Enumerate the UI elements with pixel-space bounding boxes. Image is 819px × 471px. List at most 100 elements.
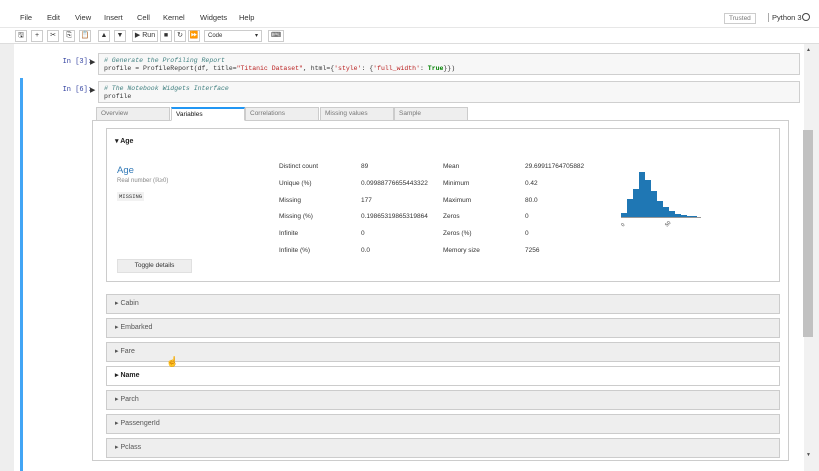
variable-row-pclass[interactable]: ▸ Pclass	[106, 438, 780, 458]
variable-row-fare[interactable]: ▸ Fare	[106, 342, 780, 362]
hist-bar	[621, 213, 627, 217]
trusted-indicator[interactable]: Trusted	[724, 13, 756, 24]
restart-run-all-icon[interactable]: ⏩	[188, 30, 200, 42]
hist-bar	[681, 215, 687, 217]
stat-label: Unique (%)	[279, 180, 312, 187]
tab-sample[interactable]: Sample	[394, 107, 468, 121]
variable-row-passengerid[interactable]: ▸ PassengerId	[106, 414, 780, 434]
menu-view[interactable]: View	[75, 13, 91, 22]
code-line: # Generate the Profiling Report	[104, 57, 225, 64]
menu-help[interactable]: Help	[239, 13, 254, 22]
variable-row-name[interactable]: ▸ Name	[106, 366, 780, 386]
tab-missing-values[interactable]: Missing values	[320, 107, 394, 121]
chevron-down-icon: ▾	[254, 33, 258, 39]
cell-prompt: In [3]:	[62, 58, 92, 66]
cell-prompt: In [6]:	[62, 86, 92, 94]
code-cell[interactable]: In [3]: ▶ # Generate the Profiling Repor…	[20, 50, 804, 76]
stat-label: Zeros	[443, 213, 460, 220]
tab-bar: Overview Variables Correlations Missing …	[92, 107, 789, 121]
insert-cell-icon[interactable]: +	[31, 30, 43, 42]
scroll-down-icon[interactable]: ▼	[806, 452, 811, 458]
stat-value: 0	[361, 230, 365, 237]
paste-icon[interactable]: 📋	[79, 30, 91, 42]
hist-bar	[657, 201, 663, 217]
stat-value: 177	[361, 197, 372, 204]
cell-selection-bar	[20, 78, 23, 471]
hist-bar	[669, 211, 675, 217]
copy-icon[interactable]: ⎘	[63, 30, 75, 42]
tab-correlations[interactable]: Correlations	[245, 107, 319, 121]
stat-label: Distinct count	[279, 163, 319, 170]
menu-kernel[interactable]: Kernel	[163, 13, 185, 22]
stat-value: 0.19865319865319864	[361, 213, 428, 220]
cell-input[interactable]: # The Notebook Widgets Interface profile	[98, 81, 800, 103]
hist-bar	[663, 207, 669, 217]
stat-value: 29.69911764705882	[525, 163, 585, 170]
cell-type-value: Code	[208, 33, 223, 39]
stat-label: Missing (%)	[279, 213, 313, 220]
stat-value: 0.42	[525, 180, 538, 187]
tab-overview[interactable]: Overview	[96, 107, 170, 121]
interrupt-icon[interactable]: ■	[160, 30, 172, 42]
stat-value: 0.0	[361, 247, 371, 254]
hist-bar	[627, 199, 633, 217]
hand-cursor-icon: ☝	[166, 357, 179, 368]
stat-label: Mean	[443, 163, 460, 170]
stat-label: Minimum	[443, 180, 470, 187]
variables-panel: ▾ Age Age Real number (ℝ≥0) MISSING Dist…	[92, 121, 789, 461]
hist-bar	[651, 191, 657, 217]
save-icon[interactable]: 🖫	[15, 30, 27, 42]
keyboard-icon[interactable]: ⌨	[268, 30, 284, 42]
hist-tick: 50	[664, 220, 672, 227]
stat-label: Infinite	[279, 230, 299, 237]
chevron-down-icon: ▾	[115, 138, 119, 145]
scroll-up-icon[interactable]: ▲	[806, 47, 811, 53]
stat-value: 0	[525, 230, 529, 237]
code-line: profile = ProfileReport(df, title="Titan…	[104, 65, 456, 72]
menu-insert[interactable]: Insert	[104, 13, 123, 22]
variable-row-cabin[interactable]: ▸ Cabin	[106, 294, 780, 314]
age-histogram: 0 50	[621, 172, 701, 227]
profile-widget: Overview Variables Correlations Missing …	[92, 107, 789, 461]
run-indicator-icon: ▶	[90, 59, 96, 66]
kernel-status-icon	[802, 13, 810, 21]
stat-label: Maximum	[443, 197, 472, 204]
move-down-icon[interactable]: ▼	[114, 30, 126, 42]
menu-widgets[interactable]: Widgets	[200, 13, 227, 22]
tab-variables[interactable]: Variables	[171, 107, 245, 121]
run-icon: ▶	[134, 32, 141, 39]
hist-bar	[645, 180, 651, 217]
menubar: File Edit View Insert Cell Kernel Widget…	[0, 0, 819, 28]
variable-age-expanded: ▾ Age Age Real number (ℝ≥0) MISSING Dist…	[106, 128, 780, 282]
stat-value: 89	[361, 163, 369, 170]
restart-icon[interactable]: ↻	[174, 30, 186, 42]
cell-input[interactable]: # Generate the Profiling Report profile …	[98, 53, 800, 75]
hist-bar	[675, 214, 681, 217]
menu-edit[interactable]: Edit	[47, 13, 60, 22]
stat-value: 0	[525, 213, 529, 220]
hist-bar	[639, 172, 645, 217]
variable-name[interactable]: Age	[117, 165, 134, 176]
stat-value: 0.09988776655443322	[361, 180, 428, 187]
variable-type: Real number (ℝ≥0)	[117, 178, 169, 184]
scrollbar-thumb[interactable]	[803, 130, 813, 337]
cut-icon[interactable]: ✂	[47, 30, 59, 42]
variable-row-embarked[interactable]: ▸ Embarked	[106, 318, 780, 338]
stat-label: Zeros (%)	[443, 230, 472, 237]
menu-file[interactable]: File	[20, 13, 32, 22]
toolbar: 🖫 + ✂ ⎘ 📋 ▲ ▼ ▶ Run ■ ↻ ⏩ Code ▾ ⌨	[0, 28, 819, 44]
hist-tick: 0	[621, 222, 627, 227]
run-label: Run	[142, 32, 156, 39]
toggle-details-button[interactable]: Toggle details	[117, 259, 192, 273]
cell-type-select[interactable]: Code ▾	[204, 30, 262, 42]
run-button[interactable]: ▶ Run	[132, 30, 158, 42]
run-indicator-icon: ▶	[90, 87, 96, 94]
variable-header[interactable]: ▾ Age	[115, 137, 133, 145]
hist-bar	[633, 189, 639, 217]
code-line: # The Notebook Widgets Interface	[104, 85, 229, 92]
variable-row-parch[interactable]: ▸ Parch	[106, 390, 780, 410]
move-up-icon[interactable]: ▲	[98, 30, 110, 42]
kernel-name: Python 3	[768, 13, 802, 22]
menu-cell[interactable]: Cell	[137, 13, 150, 22]
code-line: profile	[104, 93, 132, 100]
